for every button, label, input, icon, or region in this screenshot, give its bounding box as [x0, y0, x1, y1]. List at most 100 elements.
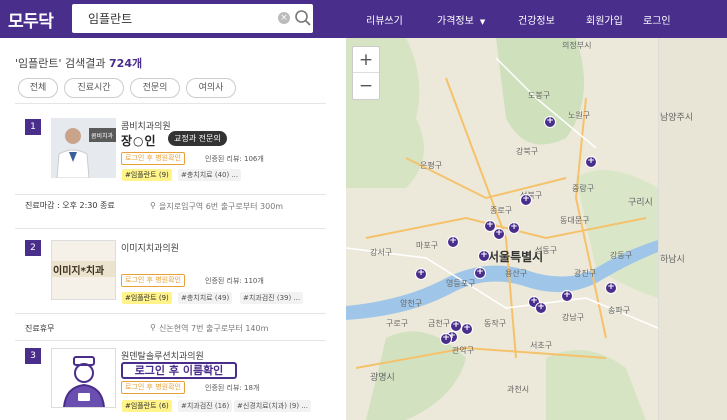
login-to-see-name-button[interactable]: 로그인 후 이름확인 — [121, 362, 237, 379]
map-label: 용산구 — [505, 269, 528, 278]
nav-price-info[interactable]: 가격정보 ▼ — [437, 12, 485, 27]
map-marker-icon[interactable]: + — [605, 282, 617, 294]
results-header: '임플란트' 검색결과 724개 — [15, 55, 142, 71]
map-label: 구로구 — [386, 319, 409, 328]
divider — [15, 340, 326, 341]
map-marker-icon[interactable]: + — [520, 194, 532, 206]
doctor-placeholder-icon — [52, 349, 115, 407]
filter-specialist[interactable]: 전문의 — [130, 78, 180, 98]
map-label: 중랑구 — [572, 184, 595, 193]
clinic-name[interactable]: 이미지치과의원 — [121, 241, 179, 254]
map-marker-icon[interactable]: + — [440, 333, 452, 345]
clinic-logo: 이미지*치과 — [52, 241, 115, 299]
nav-write-review[interactable]: 리뷰쓰기 — [366, 12, 403, 27]
map-marker-icon[interactable]: + — [535, 302, 547, 314]
review-count: 인증된 리뷰: 110개 — [205, 277, 264, 285]
nav-health-info[interactable]: 건강정보 — [518, 12, 555, 27]
nav-login[interactable]: 로그인 — [643, 12, 671, 27]
map-marker-icon[interactable]: + — [461, 323, 473, 335]
divider — [15, 103, 326, 104]
map-marker-icon[interactable]: + — [585, 156, 597, 168]
map-zoom-control: + − — [352, 46, 380, 100]
map-marker-icon[interactable]: + — [508, 222, 520, 234]
review-count: 인증된 리뷰: 106개 — [205, 155, 264, 163]
map-label: 양천구 — [400, 299, 423, 308]
map-marker-icon[interactable]: + — [478, 250, 490, 262]
tag-highlight[interactable]: #임플란트 (9) — [122, 292, 172, 304]
map-label: 성동구 — [535, 246, 558, 255]
map-label: 구리시 — [628, 198, 653, 208]
search-input[interactable]: 임플란트 — [88, 10, 132, 27]
review-count: 인증된 리뷰: 18개 — [205, 384, 260, 392]
logo[interactable]: 모두닥 — [8, 7, 54, 32]
results-label: 검색결과 — [65, 57, 106, 70]
tag[interactable]: #충치치료 (49) — [178, 292, 233, 304]
clinic-location: 을지로입구역 6번 출구로부터 300m — [159, 202, 284, 211]
filter-hours[interactable]: 진료시간 — [64, 78, 124, 98]
tag[interactable]: #신경치료(치과) (9) ... — [234, 400, 312, 412]
search-icon[interactable] — [294, 9, 312, 27]
map-label: 강서구 — [370, 248, 393, 257]
login-to-see-badge[interactable]: 로그인 후 병원확인 — [121, 274, 185, 287]
map-label: 과천시 — [507, 385, 530, 394]
map-label: 하남시 — [660, 255, 685, 265]
map-label: 은평구 — [420, 161, 443, 170]
map-marker-icon[interactable]: + — [544, 116, 556, 128]
search-keyword: '임플란트' — [15, 57, 62, 70]
hours-status: 진료마감 : 오후 2:30 종료 — [25, 201, 115, 210]
search-box[interactable]: 임플란트 × — [72, 4, 313, 33]
tag[interactable]: #충치치료 (40) ... — [178, 169, 242, 181]
thumb-text: 이미지*치과 — [53, 264, 105, 277]
filter-all[interactable]: 전체 — [18, 78, 58, 98]
login-to-see-badge[interactable]: 로그인 후 병원확인 — [121, 381, 185, 394]
map-label: 도봉구 — [528, 91, 551, 100]
nav-signup[interactable]: 회원가입 — [586, 12, 623, 27]
map-marker-icon[interactable]: + — [415, 268, 427, 280]
map-label: 송파구 — [608, 306, 631, 315]
rank-badge: 2 — [25, 240, 41, 256]
zoom-in-button[interactable]: + — [353, 47, 379, 73]
divider — [15, 313, 326, 314]
clinic-thumbnail[interactable]: 콤비치과 — [51, 118, 116, 178]
tag[interactable]: #치과검진 (16) — [178, 400, 233, 412]
tag[interactable]: #치과검진 (39) ... — [240, 292, 304, 304]
map-label: 종로구 — [490, 206, 513, 215]
clinic-thumbnail[interactable]: 이미지*치과 — [51, 240, 116, 300]
rank-badge: 1 — [25, 119, 41, 135]
divider — [15, 194, 326, 195]
map-marker-icon[interactable]: + — [447, 236, 459, 248]
results-count: 724개 — [109, 57, 143, 70]
rank-badge: 3 — [25, 348, 41, 364]
map-label: 서초구 — [530, 341, 553, 350]
results-panel: '임플란트' 검색결과 724개 전체 진료시간 전문의 여의사 1 콤비치과 … — [0, 38, 346, 420]
map-label: 동작구 — [484, 319, 507, 328]
map-label: 금천구 — [428, 319, 451, 328]
divider — [15, 228, 326, 229]
tag-highlight[interactable]: #임플란트 (9) — [122, 169, 172, 181]
clinic-name[interactable]: 원덴탈솔루션치과의원 — [121, 349, 204, 362]
clinic-name[interactable]: 콤비치과의원 — [121, 119, 171, 132]
map-label: 영등포구 — [446, 279, 476, 288]
map-label: 강남구 — [562, 313, 585, 322]
map-marker-icon[interactable]: + — [493, 228, 505, 240]
clear-icon[interactable]: × — [278, 12, 290, 24]
map-marker-icon[interactable]: + — [474, 267, 486, 279]
login-to-see-badge[interactable]: 로그인 후 병원확인 — [121, 152, 185, 165]
map-marker-icon[interactable]: + — [561, 290, 573, 302]
map-label: 관악구 — [452, 346, 475, 355]
location-pin-icon: ⚲ — [150, 323, 156, 332]
map-label: 노원구 — [568, 111, 591, 120]
map-label: 강북구 — [516, 147, 539, 156]
hours-status: 진료휴무 — [25, 324, 55, 333]
nav-price-label: 가격정보 — [437, 16, 474, 27]
doctor-name: 장○인 — [121, 134, 157, 148]
map-label: 강동구 — [610, 251, 633, 260]
caret-down-icon: ▼ — [479, 18, 486, 26]
filter-female-doctor[interactable]: 여의사 — [186, 78, 236, 98]
map-label: 광진구 — [574, 269, 597, 278]
zoom-out-button[interactable]: − — [353, 73, 379, 99]
clinic-thumbnail[interactable] — [51, 348, 116, 408]
map-label: 동대문구 — [560, 216, 590, 225]
map-label: 마포구 — [416, 241, 439, 250]
tag-highlight[interactable]: #임플란트 (6) — [122, 400, 172, 412]
